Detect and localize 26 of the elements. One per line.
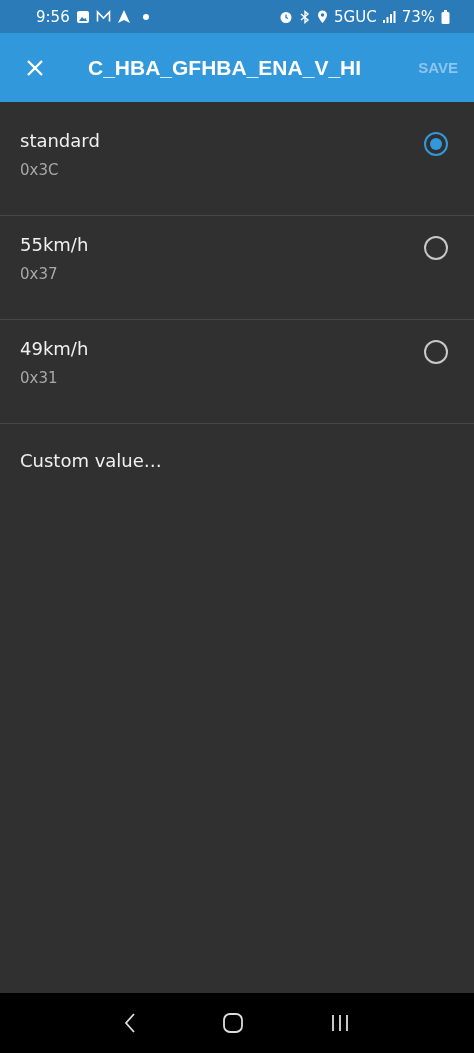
option-value: 0x31: [20, 369, 59, 387]
battery-icon: [441, 9, 450, 24]
battery-percent: 73%: [401, 7, 435, 26]
network-type: 5GUC: [334, 7, 377, 26]
option-label: 49km/h: [20, 338, 90, 359]
location-icon: [317, 9, 329, 24]
home-icon: [223, 1013, 243, 1033]
dot-icon: [142, 13, 149, 20]
image-icon: [75, 9, 90, 24]
option-label: standard: [20, 130, 101, 151]
close-icon: [26, 58, 44, 77]
alarm-icon: [279, 9, 294, 24]
radio-button[interactable]: [424, 132, 448, 156]
radio-button[interactable]: [424, 236, 448, 260]
app-bar-title: C_HBA_GFHBA_ENA_V_HI: [88, 55, 363, 80]
radio-button[interactable]: [424, 340, 448, 364]
option-label: 55km/h: [20, 234, 90, 255]
mail-icon: [95, 10, 111, 23]
custom-value-option[interactable]: Custom value…: [0, 424, 182, 497]
navigation-icon: [116, 9, 131, 24]
time: 9:56: [36, 7, 70, 26]
recent-apps-icon: [330, 1013, 351, 1033]
back-icon: [123, 1013, 136, 1033]
option-value: 0x37: [20, 265, 59, 283]
signal-icon: [382, 10, 396, 23]
option-value: 0x3C: [20, 161, 60, 179]
